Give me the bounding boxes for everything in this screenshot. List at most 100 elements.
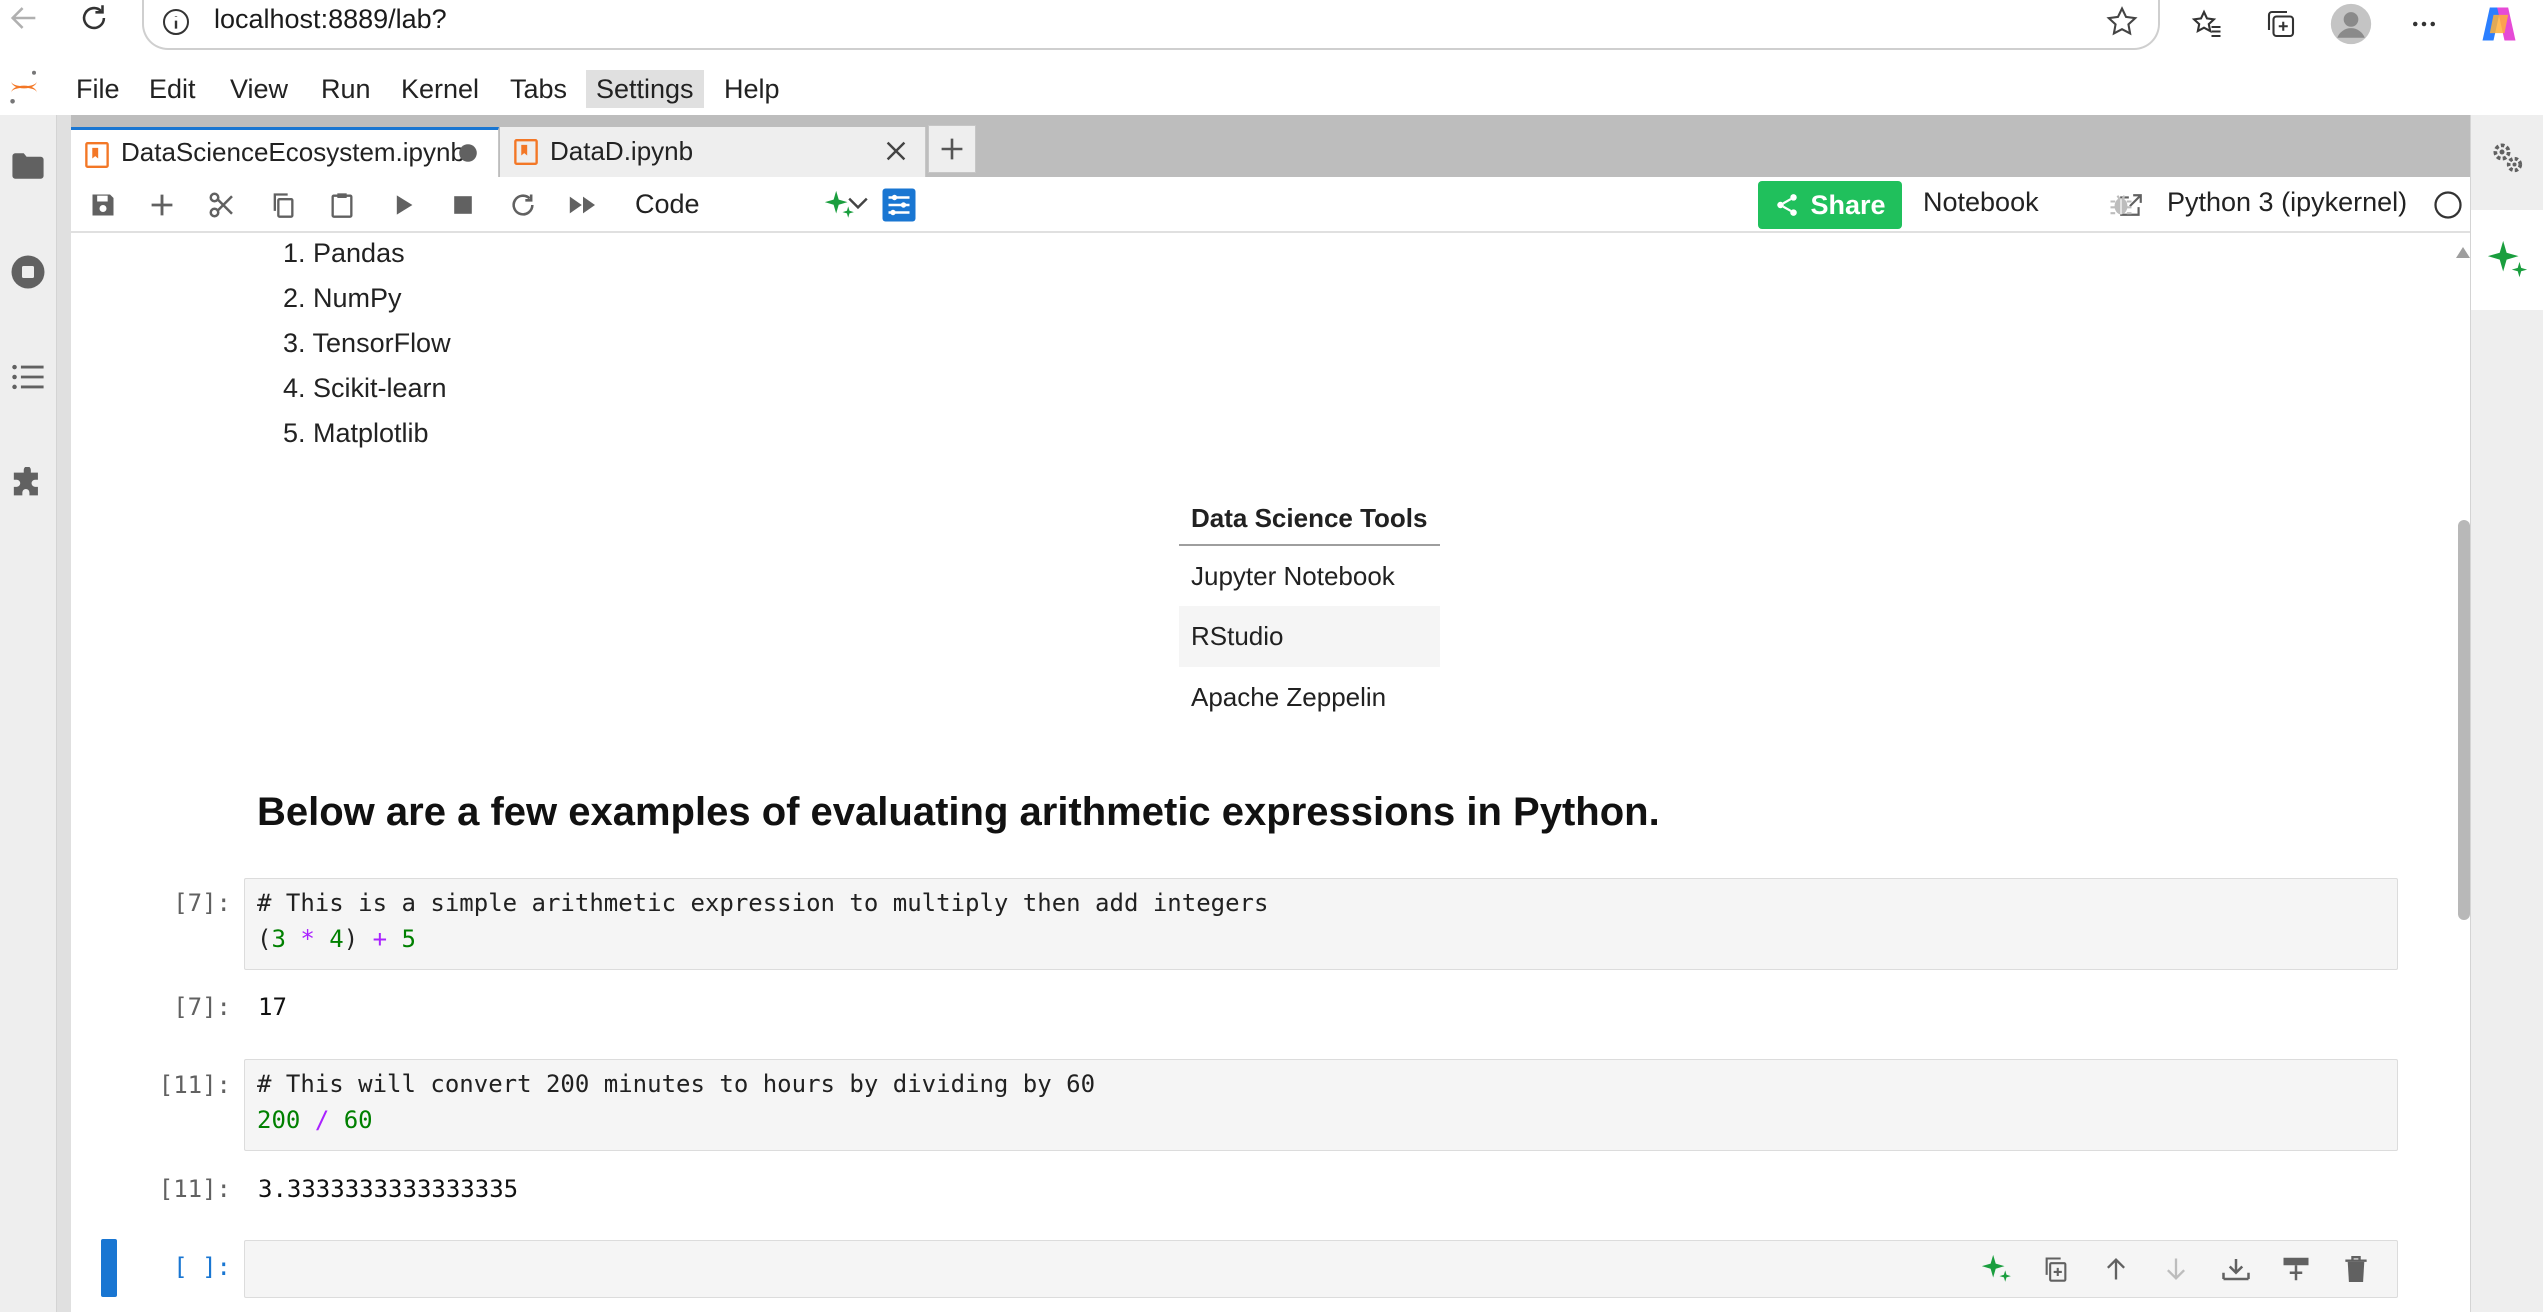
- insert-cell-above-icon[interactable]: [2215, 1249, 2257, 1289]
- document-tab-bar: DataScienceEcosystem.ipynb DataD.ipynb: [71, 115, 2470, 177]
- table-header: Data Science Tools: [1179, 495, 1440, 546]
- restart-kernel-icon[interactable]: [503, 185, 543, 225]
- open-in-notebook-link[interactable]: Notebook: [1923, 187, 2039, 218]
- list-item: 1. Pandas: [283, 238, 405, 268]
- output-prompt: [11]:: [158, 1175, 231, 1203]
- settings-sliders-icon[interactable]: [879, 185, 919, 225]
- code-expression: (3 * 4) + 5: [257, 925, 416, 953]
- cell-type-value: Code: [635, 189, 700, 219]
- jupyter-logo-icon: [6, 67, 42, 107]
- file-browser-folder-icon[interactable]: [4, 142, 52, 190]
- browser-toolbar: localhost:8889/lab?: [0, 0, 2543, 61]
- insert-cell-plus-icon[interactable]: [142, 185, 182, 225]
- kernel-name[interactable]: Python 3 (ipykernel): [2167, 187, 2407, 218]
- table-cell: Jupyter Notebook: [1191, 560, 1395, 591]
- menu-file[interactable]: File: [66, 70, 130, 108]
- notebook-file-icon: [85, 142, 109, 168]
- list-item: 3. TensorFlow: [283, 328, 451, 358]
- extensions-puzzle-icon[interactable]: [4, 460, 52, 508]
- input-prompt: [11]:: [158, 1071, 231, 1099]
- back-icon[interactable]: [0, 0, 48, 42]
- code-comment: # This will convert 200 minutes to hours…: [257, 1070, 1096, 1098]
- more-options-icon[interactable]: [2400, 0, 2448, 48]
- favorites-icon[interactable]: [2183, 0, 2231, 48]
- run-cell-icon[interactable]: [384, 185, 424, 225]
- notebook-toolbar: Code Share Notebook Python 3 (ipykernel): [71, 177, 2470, 233]
- list-item: 5. Matplotlib: [283, 418, 429, 448]
- duplicate-cell-icon[interactable]: [2035, 1249, 2077, 1289]
- tab-label: DataScienceEcosystem.ipynb: [121, 137, 465, 167]
- output-prompt: [7]:: [173, 993, 231, 1021]
- menu-tabs[interactable]: Tabs: [500, 70, 577, 108]
- empty-code-cell[interactable]: [244, 1240, 2398, 1298]
- table-cell: Apache Zeppelin: [1191, 682, 1387, 712]
- menu-help[interactable]: Help: [714, 70, 790, 108]
- notebook-scrollbar[interactable]: [2454, 235, 2470, 1312]
- ai-assistant-sparkle-icon[interactable]: [2471, 210, 2543, 310]
- cell-toolbar: [1975, 1249, 2377, 1289]
- ai-sparkle-icon[interactable]: [819, 185, 859, 225]
- list-item: 2. NumPy: [283, 283, 402, 313]
- restart-run-all-icon[interactable]: [563, 185, 603, 225]
- running-kernels-icon[interactable]: [4, 248, 52, 296]
- code-comment: # This is a simple arithmetic expression…: [257, 889, 1269, 917]
- input-prompt: [ ]:: [173, 1253, 231, 1281]
- property-inspector-gears-icon[interactable]: [2471, 107, 2543, 207]
- cell-output: 3.3333333333333335: [258, 1175, 519, 1203]
- scroll-up-arrow-icon[interactable]: [2456, 247, 2470, 258]
- move-down-arrow-icon[interactable]: [2155, 1249, 2197, 1289]
- save-icon[interactable]: [83, 185, 123, 225]
- code-expression: 200 / 60: [257, 1106, 373, 1134]
- menu-run[interactable]: Run: [311, 70, 381, 108]
- left-panel-divider: [57, 115, 71, 1312]
- favorite-star-icon[interactable]: [2104, 4, 2140, 40]
- code-cell-input[interactable]: # This will convert 200 minutes to hours…: [244, 1059, 2398, 1151]
- scrollbar-thumb[interactable]: [2458, 520, 2470, 920]
- move-up-arrow-icon[interactable]: [2095, 1249, 2137, 1289]
- table-row: Jupyter Notebook: [1179, 545, 1440, 606]
- paste-icon[interactable]: [322, 185, 362, 225]
- table-row: RStudio: [1179, 606, 1440, 667]
- tab-datascienceecosystem[interactable]: DataScienceEcosystem.ipynb: [71, 127, 499, 177]
- cut-icon[interactable]: [202, 185, 242, 225]
- left-sidebar: [0, 115, 57, 1312]
- right-sidebar: [2470, 115, 2543, 1312]
- menu-view[interactable]: View: [220, 70, 298, 108]
- tab-datad[interactable]: DataD.ipynb: [500, 127, 926, 177]
- reload-icon[interactable]: [70, 0, 118, 42]
- table-row: Apache Zeppelin: [1179, 667, 1440, 728]
- site-info-icon[interactable]: [160, 6, 192, 38]
- url-text[interactable]: localhost:8889/lab?: [214, 4, 447, 35]
- input-prompt: [7]:: [173, 889, 231, 917]
- menu-settings[interactable]: Settings: [586, 70, 704, 108]
- notebook-panel: 1. Pandas 2. NumPy 3. TensorFlow 4. Scik…: [71, 235, 2454, 1312]
- insert-cell-below-icon[interactable]: [2275, 1249, 2317, 1289]
- menu-kernel[interactable]: Kernel: [391, 70, 489, 108]
- interrupt-kernel-icon[interactable]: [443, 185, 483, 225]
- share-button[interactable]: Share: [1758, 181, 1902, 229]
- ai-sparkle-icon[interactable]: [1975, 1249, 2017, 1289]
- code-cell-input[interactable]: # This is a simple arithmetic expression…: [244, 878, 2398, 970]
- close-tab-icon[interactable]: [884, 139, 908, 163]
- kernel-status-idle-icon: [2428, 185, 2468, 225]
- menu-edit[interactable]: Edit: [139, 70, 206, 108]
- cell-output: 17: [258, 993, 287, 1021]
- copy-icon[interactable]: [263, 185, 303, 225]
- address-bar[interactable]: localhost:8889/lab?: [142, 0, 2160, 50]
- delete-cell-trash-icon[interactable]: [2335, 1249, 2377, 1289]
- unsaved-dot-icon[interactable]: [457, 142, 479, 164]
- markdown-heading: Below are a few examples of evaluating a…: [257, 790, 1660, 834]
- share-label: Share: [1810, 189, 1886, 220]
- table-of-contents-icon[interactable]: [4, 353, 52, 401]
- profile-avatar-icon[interactable]: [2327, 0, 2375, 48]
- copilot-icon[interactable]: [2475, 0, 2523, 48]
- notebook-file-icon: [514, 139, 538, 165]
- share-icon: [1777, 194, 1798, 216]
- markdown-library-list: 1. Pandas 2. NumPy 3. TensorFlow 4. Scik…: [283, 235, 451, 460]
- collections-icon[interactable]: [2257, 0, 2305, 48]
- jupyter-menu-bar: File Edit View Run Kernel Tabs Settings …: [0, 61, 2543, 115]
- tools-table: Data Science Tools Jupyter Notebook RStu…: [1179, 495, 1440, 728]
- new-launcher-tab-button[interactable]: [928, 125, 976, 173]
- kernel-debugger-bug-icon[interactable]: [2101, 185, 2141, 225]
- tab-label: DataD.ipynb: [550, 136, 694, 166]
